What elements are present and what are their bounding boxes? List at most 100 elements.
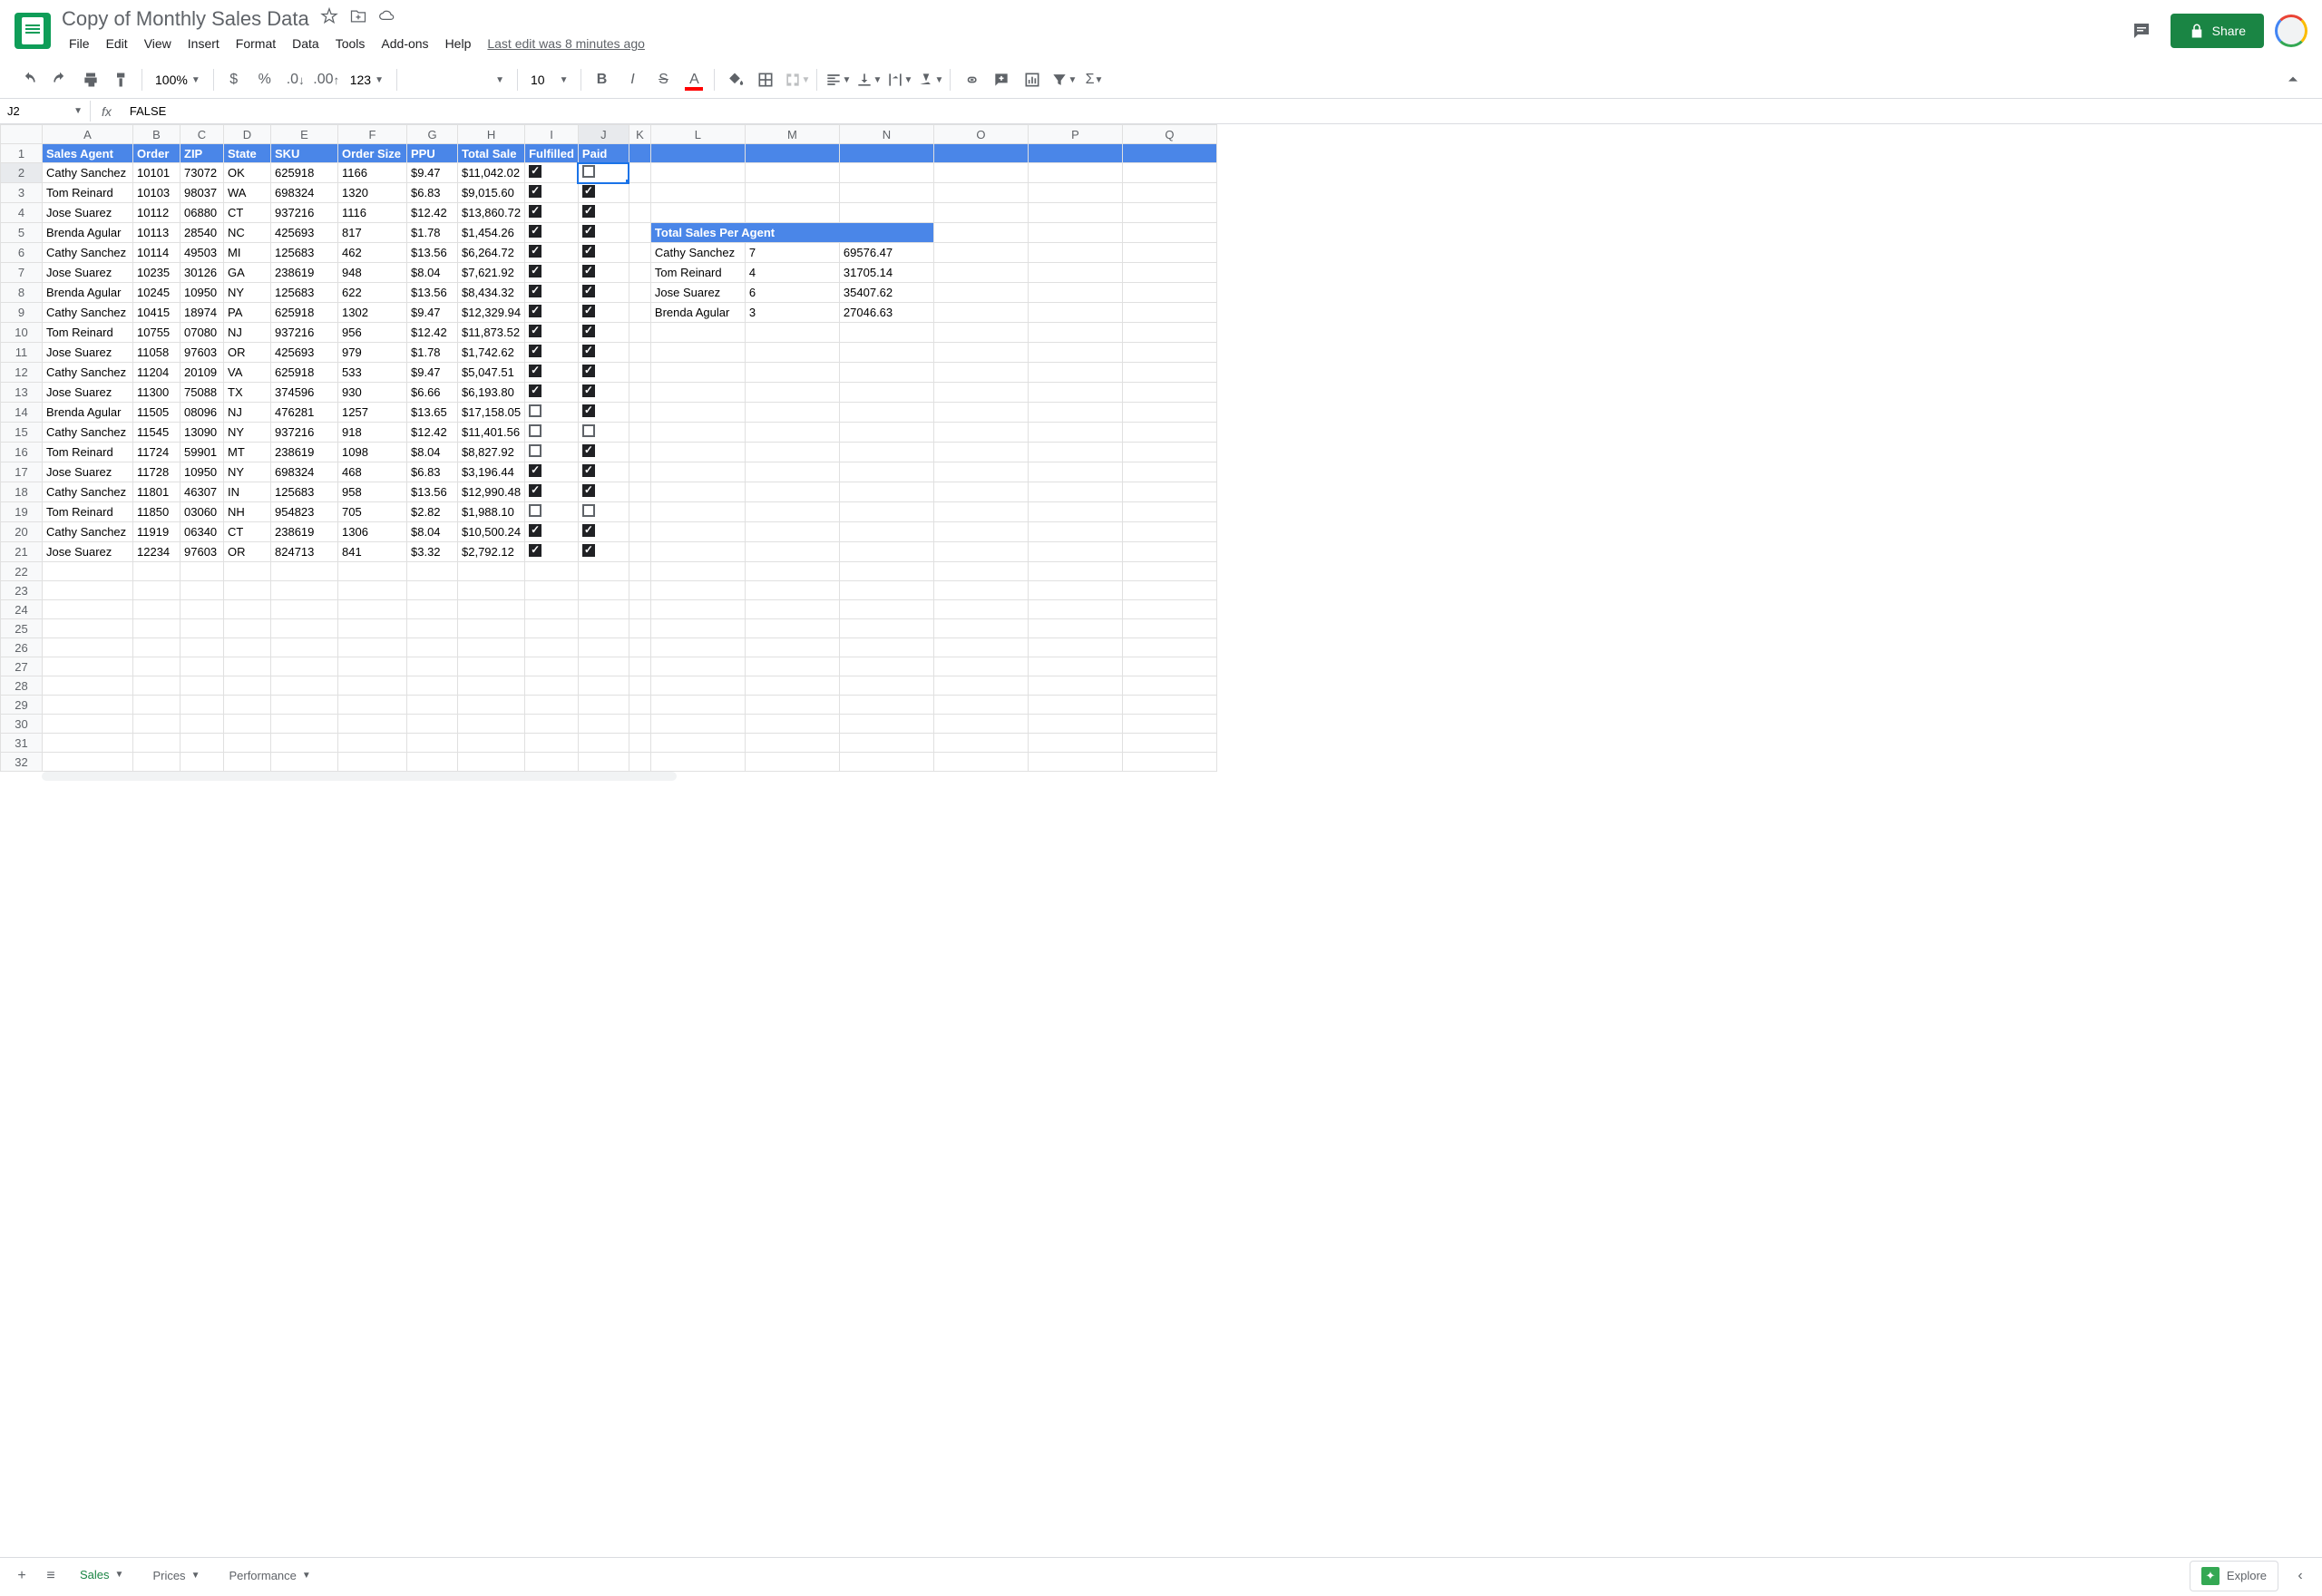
checkbox-cell[interactable] xyxy=(578,443,629,462)
strikethrough-button[interactable]: S xyxy=(649,65,678,94)
checkbox-icon[interactable] xyxy=(529,424,541,437)
cell[interactable] xyxy=(458,619,525,638)
cell[interactable] xyxy=(133,657,180,676)
cell[interactable] xyxy=(1122,734,1216,753)
cell-size[interactable]: 979 xyxy=(338,343,407,363)
redo-button[interactable] xyxy=(45,65,74,94)
cell-size[interactable]: 1116 xyxy=(338,203,407,223)
checkbox-icon[interactable] xyxy=(529,165,541,178)
checkbox-icon[interactable] xyxy=(529,484,541,497)
cell-sku[interactable]: 476281 xyxy=(271,403,338,423)
cell[interactable] xyxy=(839,581,933,600)
cell-size[interactable]: 956 xyxy=(338,323,407,343)
cell[interactable] xyxy=(1028,223,1122,243)
cell-state[interactable]: NY xyxy=(224,423,271,443)
cell[interactable] xyxy=(1028,203,1122,223)
cell[interactable] xyxy=(1028,676,1122,696)
cell-agent[interactable]: Cathy Sanchez xyxy=(43,303,133,323)
summary-total[interactable]: 31705.14 xyxy=(839,263,933,283)
header-cell[interactable]: PPU xyxy=(407,144,458,163)
cell-state[interactable]: OR xyxy=(224,343,271,363)
cell[interactable] xyxy=(578,638,629,657)
cell[interactable] xyxy=(650,734,745,753)
cell[interactable] xyxy=(650,423,745,443)
row-header-21[interactable]: 21 xyxy=(1,542,43,562)
cell-sku[interactable]: 238619 xyxy=(271,443,338,462)
cell[interactable] xyxy=(933,462,1028,482)
checkbox-cell[interactable] xyxy=(578,383,629,403)
cell-zip[interactable]: 59901 xyxy=(180,443,224,462)
cell-ppu[interactable]: $13.56 xyxy=(407,283,458,303)
cell[interactable] xyxy=(839,462,933,482)
cell[interactable] xyxy=(1028,734,1122,753)
cell-sku[interactable]: 238619 xyxy=(271,522,338,542)
cell[interactable] xyxy=(629,542,650,562)
cell[interactable] xyxy=(1122,443,1216,462)
cell[interactable] xyxy=(839,423,933,443)
cell-order[interactable]: 10103 xyxy=(133,183,180,203)
cell[interactable] xyxy=(525,600,579,619)
share-button[interactable]: Share xyxy=(2171,14,2264,48)
cell[interactable] xyxy=(1122,163,1216,183)
row-header-7[interactable]: 7 xyxy=(1,263,43,283)
cell[interactable] xyxy=(933,303,1028,323)
cell-ppu[interactable]: $2.82 xyxy=(407,502,458,522)
cell[interactable] xyxy=(1028,263,1122,283)
cell[interactable] xyxy=(629,203,650,223)
cell[interactable] xyxy=(933,243,1028,263)
cell[interactable] xyxy=(839,696,933,715)
row-header-32[interactable]: 32 xyxy=(1,753,43,772)
cell[interactable] xyxy=(1028,443,1122,462)
cell[interactable] xyxy=(43,581,133,600)
cell[interactable] xyxy=(43,619,133,638)
sheets-logo-icon[interactable] xyxy=(15,13,51,49)
cell-order[interactable]: 10245 xyxy=(133,283,180,303)
cell[interactable] xyxy=(650,462,745,482)
cell[interactable] xyxy=(839,363,933,383)
cell[interactable] xyxy=(933,753,1028,772)
cell[interactable] xyxy=(180,696,224,715)
summary-agent[interactable]: Jose Suarez xyxy=(650,283,745,303)
cell[interactable] xyxy=(1122,502,1216,522)
cell-order[interactable]: 10101 xyxy=(133,163,180,183)
cell[interactable] xyxy=(407,638,458,657)
cell[interactable] xyxy=(933,363,1028,383)
cell-order[interactable]: 11204 xyxy=(133,363,180,383)
cell-agent[interactable]: Jose Suarez xyxy=(43,383,133,403)
cell[interactable] xyxy=(133,715,180,734)
cell[interactable] xyxy=(407,734,458,753)
print-button[interactable] xyxy=(76,65,105,94)
cell-zip[interactable]: 28540 xyxy=(180,223,224,243)
cell-zip[interactable]: 73072 xyxy=(180,163,224,183)
cell[interactable] xyxy=(43,753,133,772)
cell[interactable] xyxy=(407,619,458,638)
menu-tools[interactable]: Tools xyxy=(328,33,373,54)
cell[interactable] xyxy=(933,657,1028,676)
cell[interactable] xyxy=(1122,715,1216,734)
bold-button[interactable]: B xyxy=(587,65,616,94)
cell[interactable] xyxy=(629,562,650,581)
cell-sku[interactable]: 374596 xyxy=(271,383,338,403)
cell-total[interactable]: $10,500.24 xyxy=(458,522,525,542)
cell[interactable] xyxy=(1028,363,1122,383)
cell[interactable] xyxy=(338,753,407,772)
cell[interactable] xyxy=(839,144,933,163)
checkbox-cell[interactable] xyxy=(525,303,579,323)
cell-zip[interactable]: 30126 xyxy=(180,263,224,283)
text-rotation-button[interactable]: ▼ xyxy=(915,65,944,94)
cell[interactable] xyxy=(133,753,180,772)
cell[interactable] xyxy=(180,676,224,696)
cell[interactable] xyxy=(525,696,579,715)
cell[interactable] xyxy=(629,323,650,343)
cell[interactable] xyxy=(407,581,458,600)
checkbox-cell[interactable] xyxy=(578,462,629,482)
cell[interactable] xyxy=(933,343,1028,363)
cell-order[interactable]: 11919 xyxy=(133,522,180,542)
cell[interactable] xyxy=(133,638,180,657)
cell[interactable] xyxy=(745,562,839,581)
cell[interactable] xyxy=(933,323,1028,343)
cell[interactable] xyxy=(180,638,224,657)
cell[interactable] xyxy=(745,753,839,772)
cell[interactable] xyxy=(745,619,839,638)
checkbox-icon[interactable] xyxy=(529,404,541,417)
